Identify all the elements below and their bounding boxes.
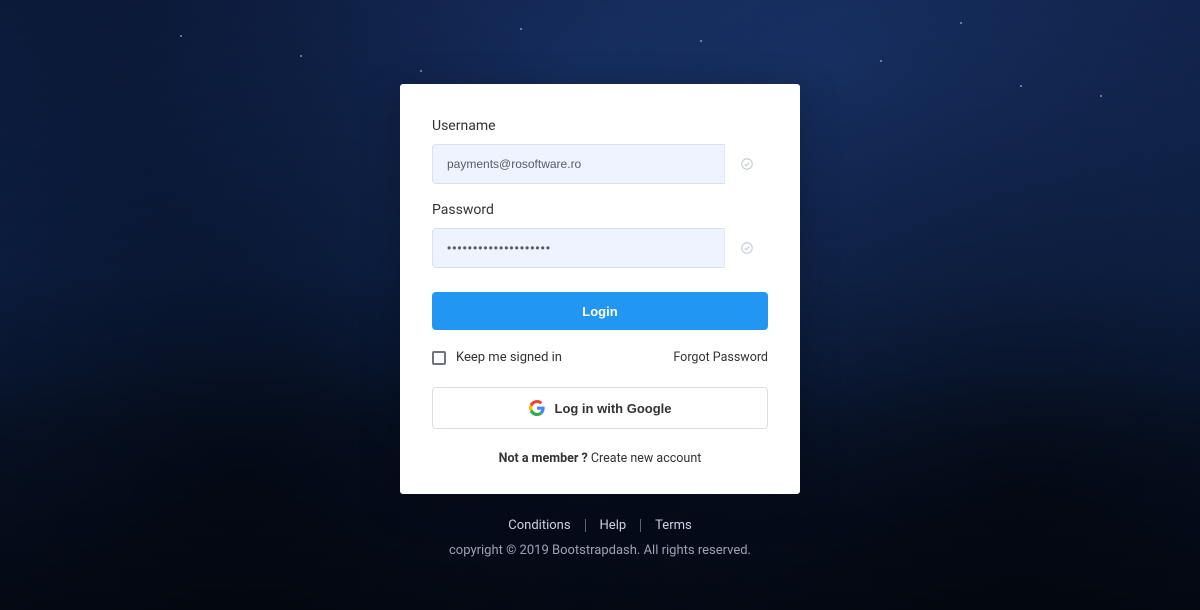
separator-icon <box>640 519 641 532</box>
google-logo-icon <box>529 400 545 416</box>
password-input[interactable] <box>432 228 768 268</box>
checkbox-box-icon <box>432 351 446 365</box>
copyright-text: copyright © 2019 Bootstrapdash. All righ… <box>449 543 751 558</box>
footer: Conditions Help Terms copyright © 2019 B… <box>449 518 751 558</box>
footer-link-terms[interactable]: Terms <box>641 518 706 533</box>
footer-link-conditions[interactable]: Conditions <box>494 518 584 533</box>
signup-row: Not a member ? Create new account <box>432 451 768 466</box>
signup-prompt: Not a member ? <box>499 451 588 466</box>
username-input[interactable] <box>432 144 768 184</box>
login-page: Username Password Login Keep me signed i… <box>0 0 1200 610</box>
username-label: Username <box>432 118 768 134</box>
google-login-label: Log in with Google <box>555 401 672 416</box>
footer-link-help[interactable]: Help <box>586 518 641 533</box>
footer-links: Conditions Help Terms <box>449 518 751 533</box>
options-row: Keep me signed in Forgot Password <box>432 350 768 365</box>
login-card: Username Password Login Keep me signed i… <box>400 84 800 494</box>
google-login-button[interactable]: Log in with Google <box>432 387 768 429</box>
username-field-wrap <box>432 144 768 184</box>
password-field-wrap <box>432 228 768 268</box>
login-button[interactable]: Login <box>432 292 768 330</box>
keep-signed-in-checkbox[interactable]: Keep me signed in <box>432 350 562 365</box>
forgot-password-link[interactable]: Forgot Password <box>673 350 768 365</box>
keep-signed-in-label: Keep me signed in <box>456 350 562 365</box>
create-account-link[interactable]: Create new account <box>591 451 701 466</box>
password-label: Password <box>432 202 768 218</box>
separator-icon <box>585 519 586 532</box>
